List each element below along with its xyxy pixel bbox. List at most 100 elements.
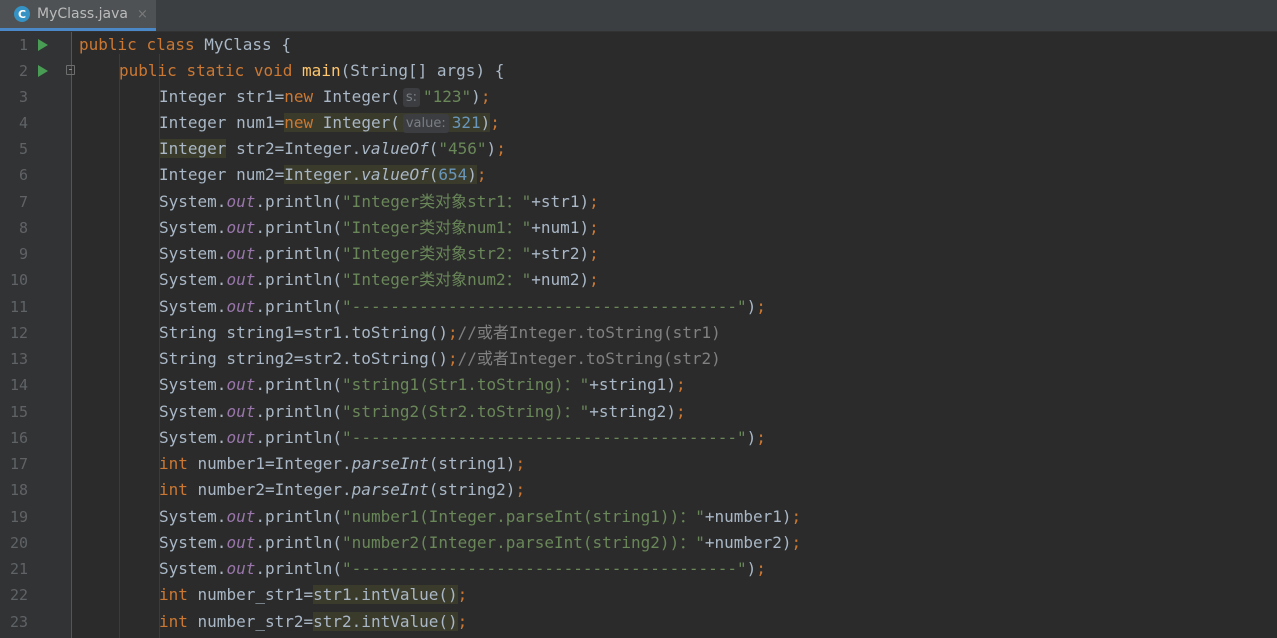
code-token: Integer str1= <box>159 87 285 106</box>
code-token: .println( <box>255 297 343 316</box>
code-line[interactable]: 8 System.out.println("Integer类对象num1："+n… <box>0 215 1277 241</box>
highlighted-type: Integer <box>159 139 227 158</box>
code-token: Integer num2= <box>159 165 285 184</box>
code-line[interactable]: 11 System.out.println("-----------------… <box>0 294 1277 320</box>
code-token: .println( <box>255 192 343 211</box>
code-token: +number1) <box>704 507 792 526</box>
editor-tab-bar: C MyClass.java × <box>0 0 1277 32</box>
parameter-hint: value: <box>402 114 449 133</box>
code-token: .println( <box>255 402 343 421</box>
code-token: number_str1= <box>187 585 314 604</box>
code-text: System.out.println("--------------------… <box>159 294 766 320</box>
code-token: str2=Integer. <box>226 139 362 158</box>
semicolon: ; <box>675 375 686 394</box>
code-line[interactable]: 10 System.out.println("Integer类对象num2："+… <box>0 267 1277 293</box>
code-token: ( <box>428 139 439 158</box>
line-number: 9 <box>18 245 28 263</box>
code-line[interactable]: 12 String string1=str1.toString();//或者In… <box>0 320 1277 346</box>
method-name: valueOf <box>361 165 429 184</box>
fold-icon[interactable] <box>66 65 75 75</box>
line-number: 11 <box>9 298 28 316</box>
code-line[interactable]: 21 System.out.println("-----------------… <box>0 556 1277 582</box>
java-class-icon: C <box>14 6 30 22</box>
code-line[interactable]: 20 System.out.println("number2(Integer.p… <box>0 530 1277 556</box>
string-literal: "string2(Str2.toString)：" <box>342 402 590 421</box>
code-token: ) <box>746 297 757 316</box>
code-line[interactable]: 13 String string2=str2.toString();//或者In… <box>0 346 1277 372</box>
string-literal: "---------------------------------------… <box>342 297 747 316</box>
static-field: out <box>226 270 256 289</box>
code-line[interactable]: 2 public static void main(String[] args)… <box>0 58 1277 84</box>
code-line[interactable]: 22 int number_str1=str1.intValue(); <box>0 582 1277 608</box>
code-line[interactable]: 19 System.out.println("number1(Integer.p… <box>0 504 1277 530</box>
code-line[interactable]: 3 Integer str1=new Integer(s: "123"); <box>0 84 1277 110</box>
code-line[interactable]: 5 Integer str2=Integer.valueOf("456"); <box>0 136 1277 162</box>
static-field: out <box>226 428 256 447</box>
semicolon: ; <box>756 559 766 578</box>
code-line[interactable]: 16 System.out.println("-----------------… <box>0 425 1277 451</box>
code-token: System. <box>159 402 227 421</box>
code-line[interactable]: 17 int number1=Integer.parseInt(string1)… <box>0 451 1277 477</box>
code-line[interactable]: 4 Integer num1=new Integer(value: 321); <box>0 110 1277 136</box>
highlighted-expression: str1.intValue() <box>313 585 458 604</box>
close-icon[interactable]: × <box>137 7 148 22</box>
number-literal: 654 <box>438 165 468 184</box>
code-editor[interactable]: 1 public class MyClass { 2 public static… <box>0 32 1277 638</box>
line-number: 7 <box>18 193 28 211</box>
static-field: out <box>226 402 256 421</box>
semicolon: ; <box>490 113 500 132</box>
line-comment: //或者Integer.toString(str1) <box>457 323 721 342</box>
code-token: .println( <box>255 375 343 394</box>
code-token: System. <box>159 507 227 526</box>
line-number: 20 <box>9 534 28 552</box>
code-token: MyClass { <box>204 35 291 54</box>
line-number: 10 <box>9 271 28 289</box>
semicolon: ; <box>756 428 766 447</box>
static-field: out <box>226 218 256 237</box>
string-literal: "number2(Integer.parseInt(string2))：" <box>342 533 705 552</box>
code-text: System.out.println("string2(Str2.toStrin… <box>159 399 686 425</box>
keyword: int <box>159 585 188 604</box>
code-line[interactable]: 15 System.out.println("string2(Str2.toSt… <box>0 399 1277 425</box>
semicolon: ; <box>496 139 506 158</box>
line-number: 15 <box>9 403 28 421</box>
line-number: 13 <box>9 350 28 368</box>
keyword: int <box>159 612 188 631</box>
semicolon: ; <box>791 533 802 552</box>
line-number: 14 <box>9 376 28 394</box>
code-line[interactable]: 9 System.out.println("Integer类对象str2："+s… <box>0 241 1277 267</box>
semicolon: ; <box>447 349 458 368</box>
semicolon: ; <box>480 87 491 106</box>
semicolon: ; <box>791 507 802 526</box>
method-name: parseInt <box>351 454 429 473</box>
semicolon: ; <box>457 585 468 604</box>
semicolon: ; <box>756 297 766 316</box>
code-line[interactable]: 18 int number2=Integer.parseInt(string2)… <box>0 477 1277 503</box>
static-field: out <box>226 375 256 394</box>
code-token: +str2) <box>531 244 590 263</box>
keyword: new <box>284 113 314 132</box>
code-token: System. <box>159 244 227 263</box>
keyword: public <box>119 61 177 80</box>
code-line[interactable]: 7 System.out.println("Integer类对象str1："+s… <box>0 189 1277 215</box>
string-literal: "---------------------------------------… <box>342 428 747 447</box>
static-field: out <box>226 559 256 578</box>
code-token: Integer( <box>322 87 400 106</box>
code-line[interactable]: 23 int number_str2=str2.intValue(); <box>0 609 1277 635</box>
code-line[interactable]: 14 System.out.println("string1(Str1.toSt… <box>0 372 1277 398</box>
line-number: 2 <box>18 62 28 80</box>
method-name: parseInt <box>351 480 429 499</box>
code-text: int number1=Integer.parseInt(string1); <box>159 451 525 477</box>
tab-myclass-java[interactable]: C MyClass.java × <box>0 0 156 31</box>
run-class-icon[interactable] <box>38 39 48 51</box>
line-number: 1 <box>18 36 28 54</box>
string-literal: "Integer类对象str1：" <box>342 192 532 211</box>
code-token: +num2) <box>531 270 590 289</box>
keyword: new <box>284 87 314 106</box>
number-literal: 321 <box>451 113 481 132</box>
code-line[interactable]: 6 Integer num2=Integer.valueOf(654); <box>0 162 1277 188</box>
code-line[interactable]: 1 public class MyClass { <box>0 32 1277 58</box>
run-main-icon[interactable] <box>38 65 48 77</box>
code-text: int number_str2=str2.intValue(); <box>159 609 467 635</box>
code-text: public class MyClass { <box>79 32 291 58</box>
